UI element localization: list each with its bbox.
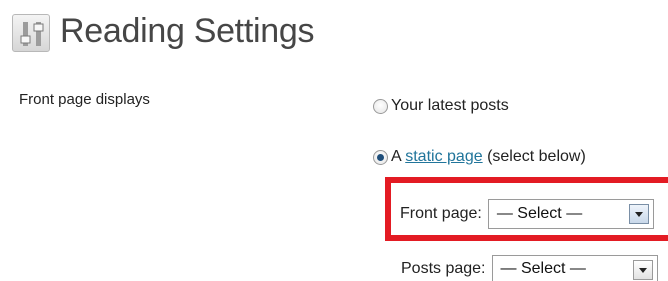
front-page-select[interactable]: — Select — [487, 199, 654, 229]
posts-page-select-label: Posts page: [401, 260, 486, 277]
radio-static-page[interactable]: A static page (select below) [373, 148, 586, 166]
radio-button-latest-posts[interactable] [373, 98, 388, 114]
settings-sliders-icon [12, 14, 50, 52]
static-page-suffix: (select below) [482, 148, 586, 165]
posts-page-select[interactable]: — Select — [491, 255, 658, 281]
chevron-down-icon[interactable] [628, 204, 649, 224]
static-page-prefix: A [391, 148, 406, 165]
posts-page-select-row: Posts page: — Select — [401, 255, 658, 281]
front-page-select-label: Front page: [400, 205, 482, 222]
reading-settings-page: Reading Settings Front page displays You… [0, 0, 668, 281]
chevron-down-icon[interactable] [632, 260, 653, 280]
radio-latest-posts[interactable]: Your latest posts [373, 97, 509, 115]
page-title: Reading Settings [60, 12, 315, 50]
front-page-displays-label: Front page displays [19, 91, 150, 108]
posts-page-select-value: — Select — [500, 260, 586, 277]
front-page-select-value: — Select — [496, 205, 583, 222]
front-page-select-row: Front page: — Select — [400, 199, 654, 229]
radio-label-static-page: A static page (select below) [391, 148, 586, 166]
static-page-link[interactable]: static page [405, 148, 482, 165]
radio-label-latest-posts: Your latest posts [391, 97, 509, 114]
radio-button-static-page[interactable] [373, 149, 388, 165]
